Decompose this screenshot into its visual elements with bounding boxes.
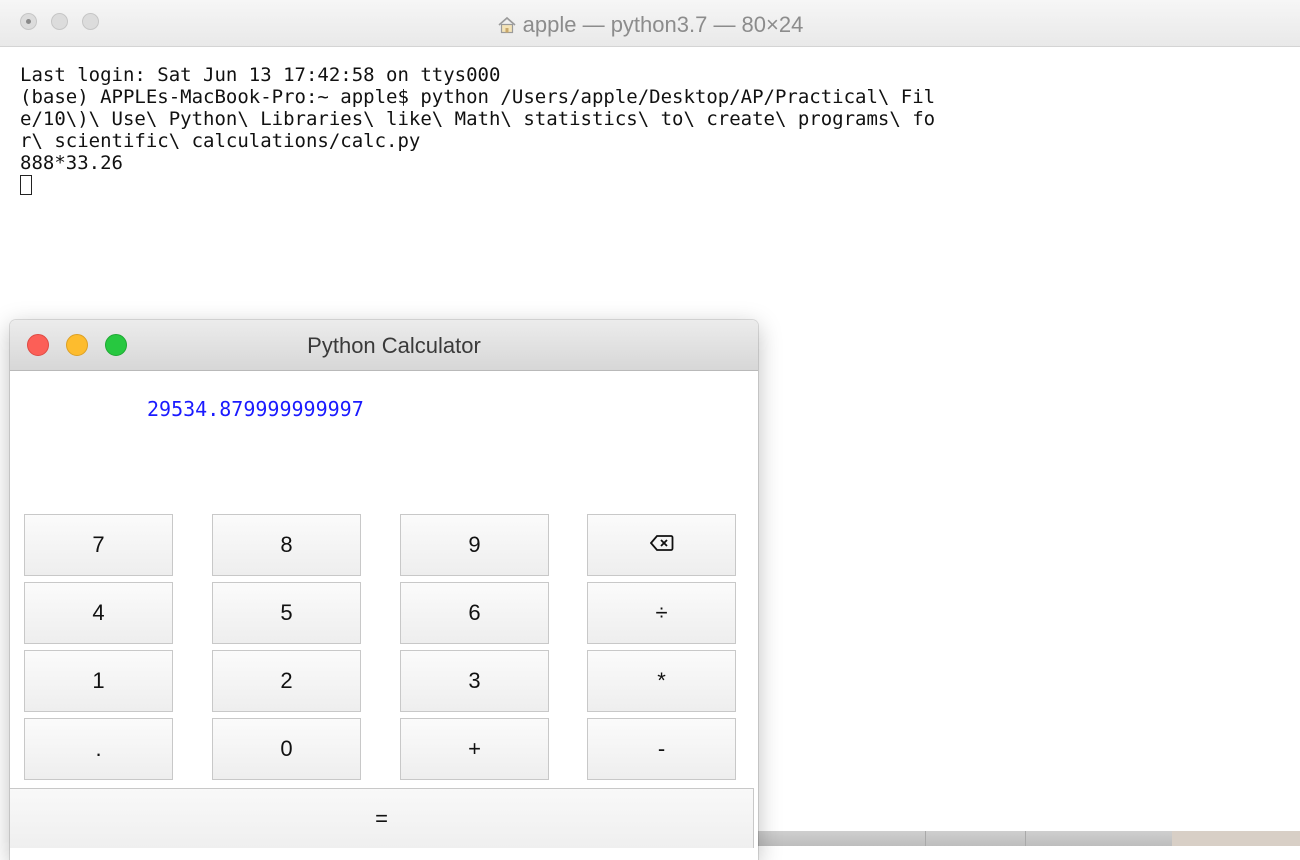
terminal-line: r\ scientific\ calculations/calc.py xyxy=(20,130,421,152)
divide-button[interactable]: ÷ xyxy=(587,582,736,644)
calculator-titlebar[interactable]: Python Calculator xyxy=(10,320,758,371)
terminal-line: Last login: Sat Jun 13 17:42:58 on ttys0… xyxy=(20,64,501,86)
digit-4-button[interactable]: 4 xyxy=(24,582,173,644)
calculator-title: Python Calculator xyxy=(307,333,481,358)
digit-5-button[interactable]: 5 xyxy=(212,582,361,644)
digit-9-button[interactable]: 9 xyxy=(400,514,549,576)
calculator-display: 29534.879999999997 xyxy=(147,397,364,421)
digit-2-button[interactable]: 2 xyxy=(212,650,361,712)
decimal-point-button[interactable]: . xyxy=(24,718,173,780)
equals-button[interactable]: = xyxy=(10,788,754,848)
terminal-cursor xyxy=(20,175,32,195)
terminal-title-text: apple — python3.7 — 80×24 xyxy=(522,12,804,37)
backspace-button[interactable] xyxy=(587,514,736,576)
terminal-titlebar[interactable]: apple — python3.7 — 80×24 xyxy=(0,0,1300,47)
calculator-window: Python Calculator 29534.879999999997 7 8… xyxy=(10,320,758,860)
desktop-background-strip-right xyxy=(1172,831,1300,846)
backspace-icon xyxy=(649,532,674,558)
add-button[interactable]: + xyxy=(400,718,549,780)
terminal-line: e/10\)\ Use\ Python\ Libraries\ like\ Ma… xyxy=(20,108,936,130)
terminal-title: apple — python3.7 — 80×24 xyxy=(0,12,1300,40)
home-icon xyxy=(497,14,517,40)
digit-7-button[interactable]: 7 xyxy=(24,514,173,576)
multiply-button[interactable]: * xyxy=(587,650,736,712)
digit-8-button[interactable]: 8 xyxy=(212,514,361,576)
terminal-output[interactable]: Last login: Sat Jun 13 17:42:58 on ttys0… xyxy=(20,64,1290,195)
digit-3-button[interactable]: 3 xyxy=(400,650,549,712)
terminal-line: 888*33.26 xyxy=(20,152,123,174)
digit-1-button[interactable]: 1 xyxy=(24,650,173,712)
subtract-button[interactable]: - xyxy=(587,718,736,780)
digit-0-button[interactable]: 0 xyxy=(212,718,361,780)
digit-6-button[interactable]: 6 xyxy=(400,582,549,644)
terminal-line: (base) APPLEs-MacBook-Pro:~ apple$ pytho… xyxy=(20,86,936,108)
